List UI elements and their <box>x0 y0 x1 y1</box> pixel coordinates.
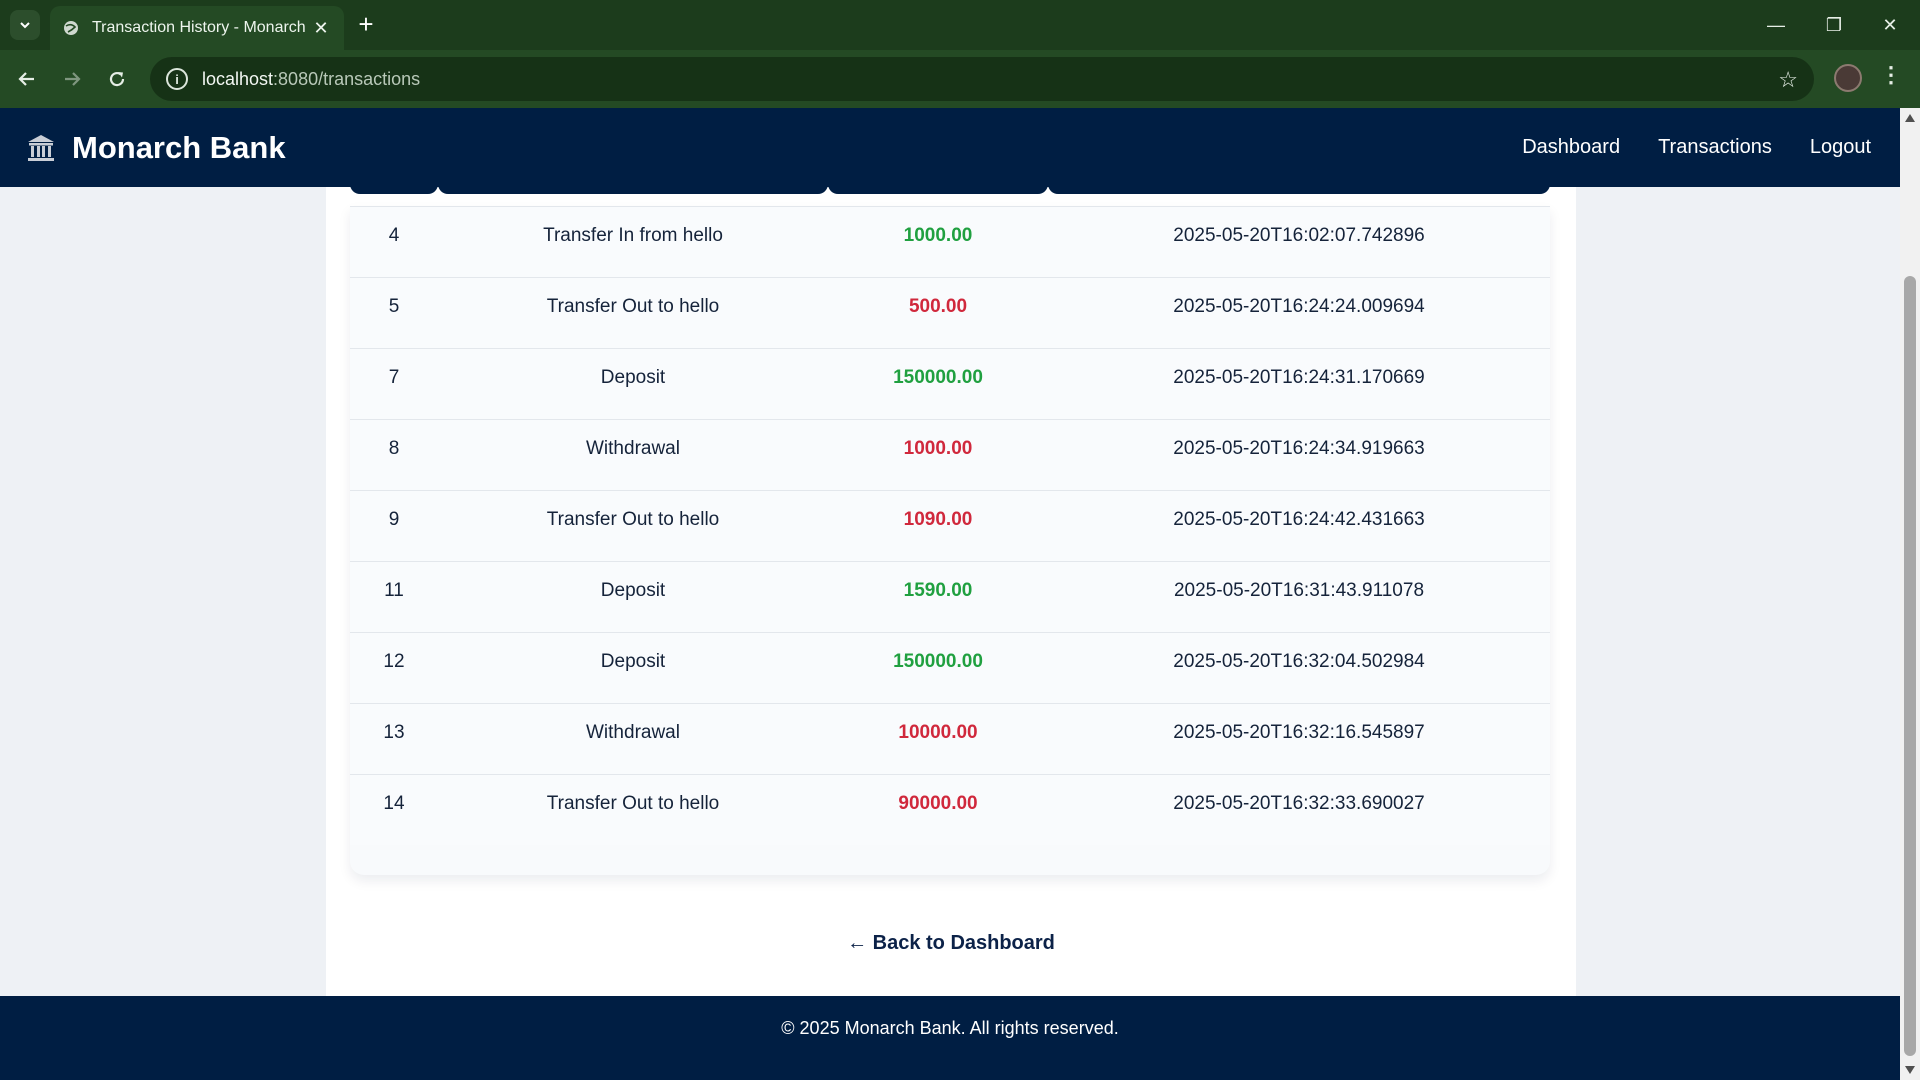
table-row: 13 Withdrawal 10000.00 2025-05-20T16:32:16.… <box>350 703 1550 774</box>
table-row: 4 Transfer In from hello 1000.00 2025-05-20… <box>350 206 1550 277</box>
browser-menu-icon[interactable]: ⋮ <box>1876 62 1906 94</box>
cell-id: 7 <box>388 367 400 388</box>
globe-icon <box>62 19 80 37</box>
new-tab-button[interactable]: + <box>352 11 380 39</box>
restore-button[interactable]: ❐ <box>1806 0 1862 50</box>
main-nav: Dashboard Transactions Logout <box>1484 108 1871 187</box>
cell-type: Withdrawal <box>586 438 680 459</box>
cell-amount: 500.00 <box>908 296 968 317</box>
cell-date: 2025-05-20T16:32:33.690027 <box>1173 793 1425 814</box>
table-row: 11 Deposit 1590.00 2025-05-20T16:31:43.9110… <box>350 561 1550 632</box>
cell-id: 14 <box>383 793 405 814</box>
table-row: 5 Transfer Out to hello 500.00 2025-05-20T1… <box>350 277 1550 348</box>
info-icon[interactable]: i <box>166 68 188 90</box>
cell-amount: 150000.00 <box>893 367 983 388</box>
brand-name: Monarch Bank <box>72 129 286 165</box>
reload-icon <box>109 71 125 87</box>
arrow-left-icon <box>18 72 34 86</box>
cell-date: 2025-05-20T16:32:16.545897 <box>1173 722 1425 743</box>
cell-date: 2025-05-20T16:24:31.170669 <box>1173 367 1425 388</box>
close-window-button[interactable]: ✕ <box>1862 0 1918 50</box>
browser-toolbar: i localhost:8080/transactions ☆ <box>0 50 1920 108</box>
scrollbar-thumb[interactable] <box>1904 276 1916 1056</box>
cell-amount: 1590.00 <box>903 580 973 601</box>
reload-button[interactable] <box>99 61 135 97</box>
cell-amount: 1000.00 <box>903 225 973 246</box>
page-footer: © 2025 Monarch Bank. All rights reserved… <box>0 996 1900 1080</box>
cell-amount: 1000.00 <box>903 438 973 459</box>
cell-type: Withdrawal <box>586 722 680 743</box>
app-header: Monarch Bank Dashboard Transactions Logo… <box>0 108 1900 187</box>
bookmark-star-icon[interactable]: ☆ <box>1778 67 1798 93</box>
scroll-up-icon[interactable] <box>1905 114 1915 122</box>
cell-amount: 150000.00 <box>893 651 983 672</box>
table-row: 9 Transfer Out to hello 1090.00 2025-05-20T… <box>350 490 1550 561</box>
browser-tab[interactable]: Transaction History - Monarch Bank ✕ <box>50 6 344 50</box>
cell-date: 2025-05-20T16:24:24.009694 <box>1173 296 1425 317</box>
chevron-down-icon <box>20 22 30 29</box>
content-card: ID Type Amount Date 4Transfer In from he… <box>326 108 1576 996</box>
cell-id: 13 <box>383 722 405 743</box>
cell-id: 4 <box>388 225 400 246</box>
cell-id: 11 <box>384 580 404 601</box>
copyright-text: © 2025 Monarch Bank. All rights reserved… <box>781 1017 1119 1038</box>
cell-id: 12 <box>383 651 405 672</box>
cell-id: 5 <box>388 296 400 317</box>
arrow-right-icon <box>65 72 81 86</box>
nav-transactions-link[interactable]: Transactions <box>1658 136 1772 159</box>
cell-type: Transfer Out to hello <box>546 793 720 814</box>
table-row: 8 Withdrawal 1000.00 2025-05-20T16:24:34.91… <box>350 419 1550 490</box>
cell-date: 2025-05-20T16:24:42.431663 <box>1173 509 1425 530</box>
url-text: localhost:8080/transactions <box>202 68 421 89</box>
cell-amount: 1090.00 <box>903 509 973 530</box>
back-button[interactable] <box>9 61 45 97</box>
profile-avatar[interactable] <box>1834 64 1862 92</box>
cell-type: Deposit <box>600 367 666 388</box>
page-viewport: ID Type Amount Date 4Transfer In from he… <box>0 108 1900 1080</box>
nav-logout-link[interactable]: Logout <box>1810 136 1871 159</box>
cell-type: Transfer In from hello <box>543 225 723 246</box>
cell-type: Transfer Out to hello <box>546 509 720 530</box>
close-icon[interactable]: ✕ <box>310 17 332 39</box>
cell-type: Deposit <box>600 580 666 601</box>
browser-tab-bar: Transaction History - Monarch Bank ✕ + —… <box>0 0 1920 50</box>
cell-type: Deposit <box>600 651 666 672</box>
cell-date: 2025-05-20T16:32:04.502984 <box>1173 651 1425 672</box>
transactions-table: ID Type Amount Date 4Transfer In from he… <box>350 148 1550 875</box>
table-row: 7 Deposit 150000.00 2025-05-20T16:24:31.170… <box>350 348 1550 419</box>
cell-amount: 10000.00 <box>898 722 978 743</box>
page-scrollbar[interactable] <box>1900 108 1920 1080</box>
cell-type: Transfer Out to hello <box>546 296 720 317</box>
brand[interactable]: Monarch Bank <box>26 130 286 166</box>
table-row: 14 Transfer Out to hello 90000.00 2025-05-2… <box>350 774 1550 845</box>
cell-amount: 90000.00 <box>898 793 978 814</box>
cell-date: 2025-05-20T16:24:34.919663 <box>1173 438 1425 459</box>
scroll-down-icon[interactable] <box>1905 1066 1915 1074</box>
tab-search-button[interactable] <box>10 10 40 40</box>
table-row: 12 Deposit 150000.00 2025-05-20T16:32:04.50… <box>350 632 1550 703</box>
back-to-dashboard-link[interactable]: ← Back to Dashboard <box>326 932 1576 955</box>
cell-date: 2025-05-20T16:31:43.911078 <box>1173 580 1425 601</box>
forward-button[interactable] <box>54 61 90 97</box>
tab-title: Transaction History - Monarch Bank <box>92 19 310 36</box>
minimize-button[interactable]: — <box>1748 0 1804 50</box>
table-body: 4 Transfer In from hello 1000.00 2025-05-20… <box>350 206 1550 875</box>
cell-id: 9 <box>388 509 400 530</box>
address-bar[interactable]: i localhost:8080/transactions ☆ <box>150 57 1814 101</box>
cell-id: 8 <box>388 438 400 459</box>
nav-dashboard-link[interactable]: Dashboard <box>1522 136 1620 159</box>
bank-icon <box>28 134 54 161</box>
cell-date: 2025-05-20T16:02:07.742896 <box>1173 225 1425 246</box>
